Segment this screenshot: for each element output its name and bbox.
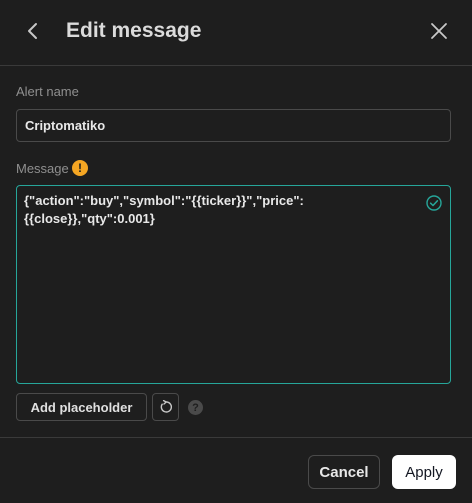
reset-icon <box>160 400 172 413</box>
help-icon[interactable]: ? <box>188 400 203 415</box>
footer-divider <box>0 437 472 438</box>
dialog-title: Edit message <box>66 19 202 42</box>
close-button[interactable] <box>426 18 452 44</box>
back-button[interactable] <box>18 16 48 46</box>
cancel-button[interactable]: Cancel <box>308 455 380 489</box>
header-divider <box>0 65 472 66</box>
message-text[interactable]: {"action":"buy","symbol":"{{ticker}}","p… <box>24 192 414 228</box>
apply-button[interactable]: Apply <box>392 455 456 489</box>
close-icon <box>431 23 447 39</box>
alert-name-label: Alert name <box>16 84 79 99</box>
message-textarea[interactable]: {"action":"buy","symbol":"{{ticker}}","p… <box>16 185 451 384</box>
warning-icon[interactable]: ! <box>72 160 88 176</box>
reset-button[interactable] <box>152 393 179 421</box>
dialog-header: Edit message <box>0 0 472 64</box>
message-label: Message <box>16 161 69 176</box>
chevron-left-icon <box>28 23 37 39</box>
add-placeholder-button[interactable]: Add placeholder <box>16 393 147 421</box>
alert-name-input[interactable] <box>16 109 451 142</box>
check-circle-icon <box>426 195 442 211</box>
